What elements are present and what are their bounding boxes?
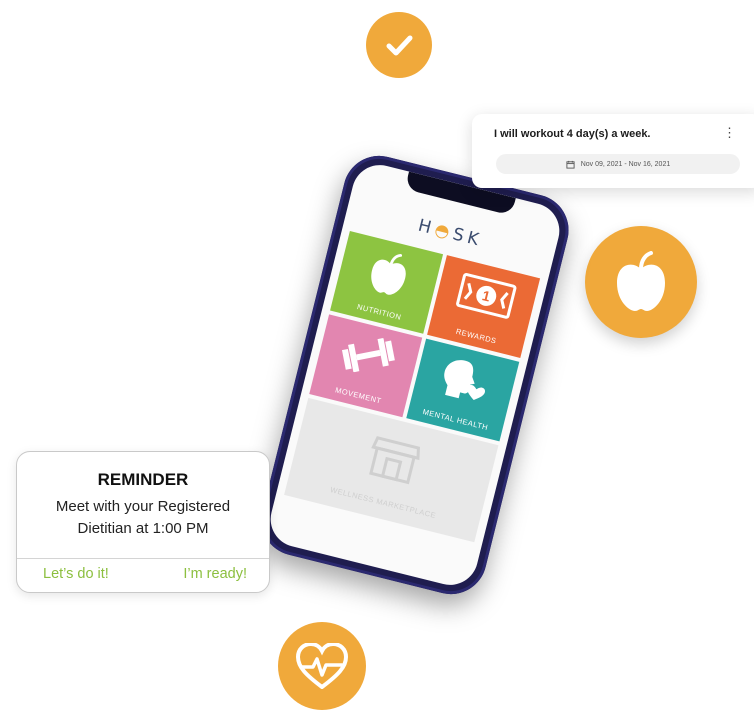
more-vertical-icon[interactable]: ⋮ [723, 126, 736, 139]
banknote-icon: 1 [456, 272, 517, 319]
heartbeat-badge [278, 622, 366, 710]
reminder-message: Meet with your Registered Dietitian at 1… [17, 496, 269, 540]
checkmark-icon [386, 35, 413, 56]
lets-do-it-button[interactable]: Let’s do it! [43, 566, 109, 582]
divider [17, 558, 269, 559]
storefront-icon [369, 436, 420, 485]
head-heart-icon [444, 360, 486, 400]
reminder-card: REMINDER Meet with your Registered Dieti… [16, 451, 270, 593]
goal-card[interactable]: I will workout 4 day(s) a week. ⋮ Nov 09… [472, 114, 754, 188]
im-ready-button[interactable]: I’m ready! [183, 566, 247, 582]
logo-suffix: SK [450, 224, 485, 251]
calendar-icon [566, 160, 575, 169]
reminder-line-1: Meet with your Registered [55, 498, 231, 515]
heartbeat-icon [296, 643, 348, 689]
date-range-text: Nov 09, 2021 - Nov 16, 2021 [580, 160, 671, 168]
reminder-title: REMINDER [97, 470, 189, 489]
goal-date-range: Nov 09, 2021 - Nov 16, 2021 [496, 154, 740, 174]
reminder-line-2: Dietitian at 1:00 PM [77, 520, 209, 537]
phone-screen: H◓SK NUTRITION 1 REWARDS MOVEMENT MENTAL… [264, 159, 566, 591]
check-badge [366, 12, 432, 78]
goal-title: I will workout 4 day(s) a week. [494, 128, 651, 140]
dumbbell-icon [341, 337, 395, 373]
apple-badge [585, 226, 697, 338]
phone-mockup: H◓SK NUTRITION 1 REWARDS MOVEMENT MENTAL… [253, 148, 577, 602]
apple-icon [617, 251, 665, 311]
apple-icon [371, 253, 406, 295]
